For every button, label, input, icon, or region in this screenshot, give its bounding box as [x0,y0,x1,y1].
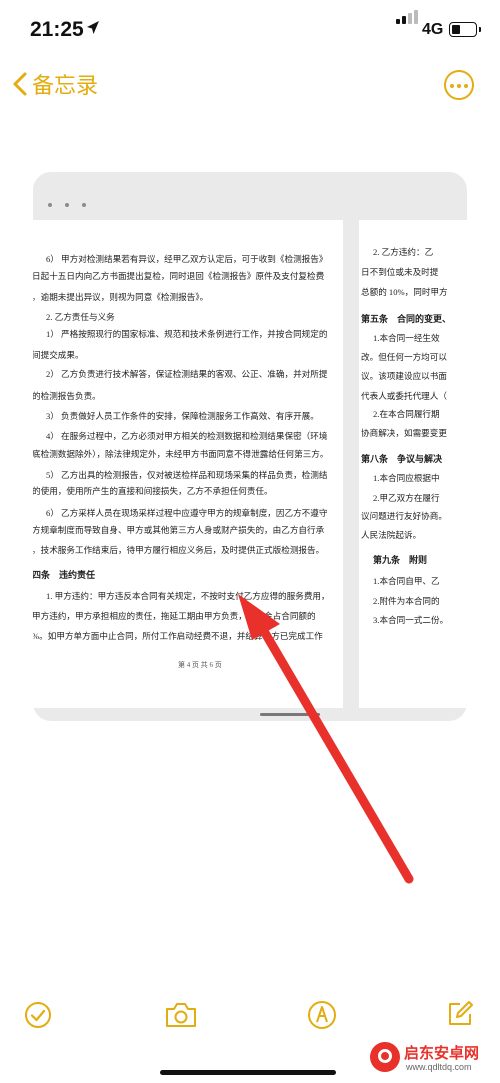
red-annotation-arrow [238,594,414,884]
camera-icon[interactable] [164,1001,198,1029]
checklist-icon[interactable] [24,1001,52,1029]
compose-icon[interactable] [446,1000,474,1028]
home-indicator[interactable] [160,1070,336,1075]
watermark-logo-icon [370,1042,400,1072]
site-watermark: 启东安卓网 www.qdltdq.com [370,1040,495,1080]
bottom-toolbar [0,995,500,1045]
markup-pen-icon[interactable] [307,1000,337,1030]
watermark-url: www.qdltdq.com [406,1062,472,1072]
watermark-title: 启东安卓网 [404,1045,480,1062]
